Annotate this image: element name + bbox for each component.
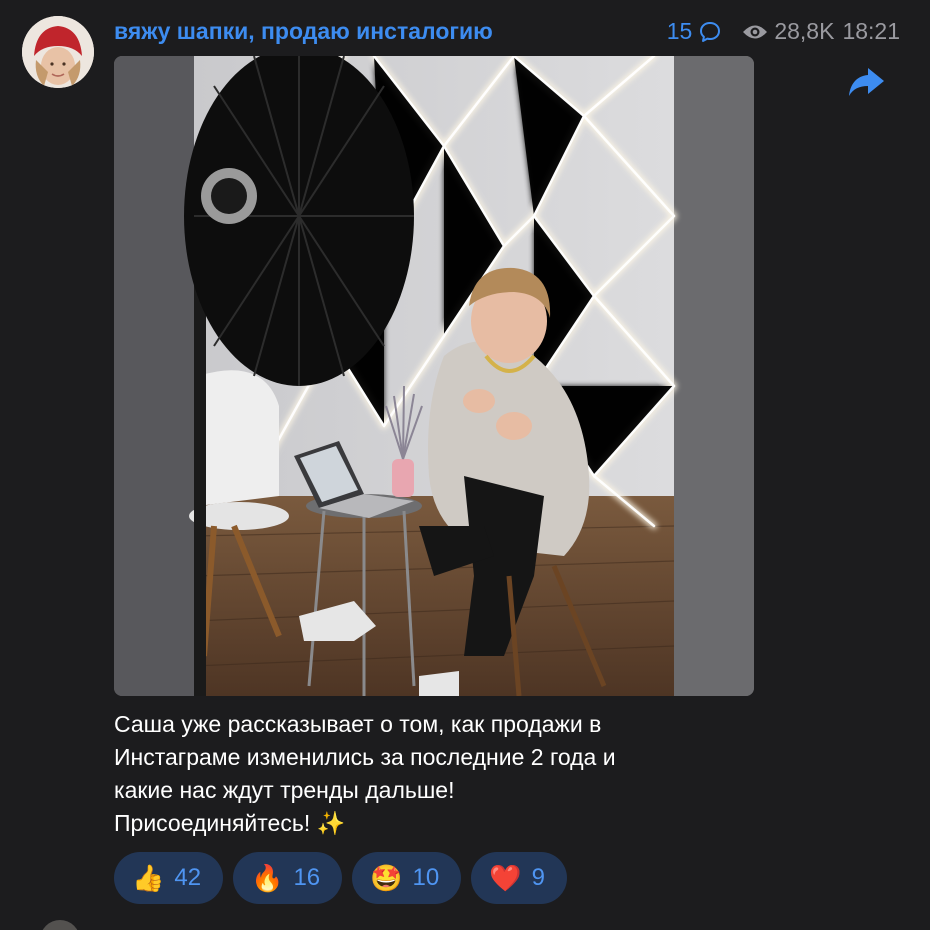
reaction-fire[interactable]: 🔥 16 [233, 852, 343, 904]
views-counter: 28,8K [742, 18, 834, 45]
post-caption: Саша уже рассказывает о том, как продажи… [114, 708, 814, 840]
channel-post: вяжу шапки, продаю инсталогию 15 28,8K 1… [0, 0, 930, 930]
comments-count: 15 [666, 18, 693, 44]
eye-icon [743, 25, 768, 38]
post-photo[interactable] [114, 56, 754, 696]
reaction-count: 16 [293, 864, 321, 891]
comment-bubble-icon [700, 21, 721, 42]
forward-button[interactable] [846, 64, 886, 100]
heart-icon: ❤️ [489, 863, 522, 893]
caption-line: какие нас ждут тренды дальше! [114, 777, 455, 803]
reaction-count: 10 [412, 864, 440, 891]
reaction-star-struck[interactable]: 🤩 10 [352, 852, 462, 904]
reaction-count: 9 [531, 864, 545, 891]
avatar-image [22, 16, 94, 88]
reaction-heart[interactable]: ❤️ 9 [471, 852, 567, 904]
post-meta: 15 28,8K 18:21 [667, 18, 900, 45]
thumbs-up-icon: 👍 [132, 863, 165, 893]
fire-icon: 🔥 [251, 863, 284, 893]
star-struck-icon: 🤩 [370, 863, 403, 893]
reaction-count: 42 [174, 864, 202, 891]
caption-line: Присоединяйтесь! ✨ [114, 810, 346, 836]
photo-image [114, 56, 754, 696]
reaction-thumbs-up[interactable]: 👍 42 [114, 852, 224, 904]
caption-line: Саша уже рассказывает о том, как продажи… [114, 711, 602, 737]
forward-arrow-icon [849, 68, 884, 96]
caption-line: Инстаграме изменились за последние 2 год… [114, 744, 616, 770]
next-post-avatar[interactable] [40, 920, 80, 930]
channel-title[interactable]: вяжу шапки, продаю инсталогию [114, 18, 493, 45]
comments-button[interactable]: 15 [667, 18, 723, 45]
post-time: 18:21 [842, 18, 900, 44]
reactions-bar: 👍 42 🔥 16 🤩 10 ❤️ 9 [114, 852, 567, 904]
channel-avatar[interactable] [22, 16, 94, 88]
views-count: 28,8K [774, 18, 835, 44]
